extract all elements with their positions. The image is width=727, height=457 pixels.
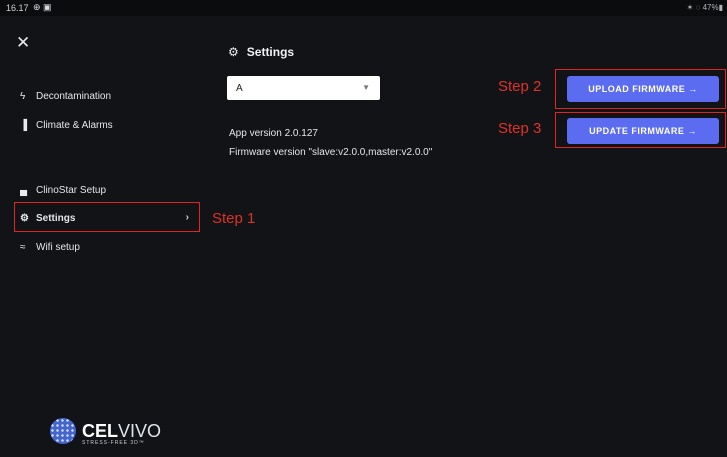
sidebar: ϟ Decontamination ▐ Climate & Alarms ▄ C… bbox=[0, 16, 210, 457]
dropdown-caret-icon: ▼ bbox=[362, 83, 370, 92]
logo-brand-thin: VIVO bbox=[118, 421, 162, 441]
status-time: 16.17 bbox=[6, 3, 29, 13]
sidebar-item-label: ClinoStar Setup bbox=[36, 184, 107, 196]
status-bar: 16.17 ⊕ ▣ ✶ ◌ 47%▮ bbox=[0, 0, 727, 16]
app-screen: 16.17 ⊕ ▣ ✶ ◌ 47%▮ ✕ ϟ Decontamination ▐… bbox=[0, 0, 727, 457]
device-select[interactable]: A ▼ bbox=[227, 76, 380, 100]
step3-label: Step 3 bbox=[498, 120, 542, 137]
sidebar-item-label: Decontamination bbox=[36, 90, 112, 102]
sidebar-item-wifi-setup[interactable]: ≈ Wifi setup bbox=[20, 237, 195, 257]
thermometer-icon: ▐ bbox=[20, 119, 28, 131]
step1-label: Step 1 bbox=[212, 210, 256, 227]
page-title: ⚙ Settings bbox=[228, 45, 294, 59]
device-select-value: A bbox=[236, 83, 243, 94]
firmware-version-text: Firmware version "slave:v2.0.0,master:v2… bbox=[229, 147, 433, 158]
status-battery-wifi: ✶ ◌ 47%▮ bbox=[686, 3, 723, 12]
logo-wordmark: CELVIVO bbox=[82, 422, 161, 440]
sidebar-item-label: Climate & Alarms bbox=[36, 119, 113, 131]
logo-brand-bold: CEL bbox=[82, 421, 118, 441]
sidebar-item-label: Wifi setup bbox=[36, 241, 80, 253]
page-title-text: Settings bbox=[246, 45, 295, 59]
bolt-icon: ϟ bbox=[20, 90, 26, 102]
gear-icon: ⚙ bbox=[228, 45, 239, 59]
app-version-text: App version 2.0.127 bbox=[229, 128, 318, 139]
globe-logo-icon bbox=[50, 418, 76, 444]
logo-tagline: STRESS-FREE 3D™ bbox=[82, 440, 145, 446]
step2-highlight-box bbox=[555, 69, 726, 109]
step2-label: Step 2 bbox=[498, 78, 542, 95]
sidebar-item-clinostar-setup[interactable]: ▄ ClinoStar Setup bbox=[20, 180, 195, 200]
step3-highlight-box bbox=[555, 112, 726, 148]
status-notification-icons: ⊕ ▣ bbox=[33, 2, 52, 12]
sidebar-item-climate-alarms[interactable]: ▐ Climate & Alarms bbox=[20, 115, 195, 135]
grid-icon: ▄ bbox=[20, 184, 28, 196]
step1-highlight-box bbox=[14, 202, 200, 232]
celvivo-logo: CELVIVO STRESS-FREE 3D™ bbox=[50, 418, 161, 446]
sidebar-item-decontamination[interactable]: ϟ Decontamination bbox=[20, 86, 195, 106]
wifi-icon: ≈ bbox=[20, 241, 26, 253]
